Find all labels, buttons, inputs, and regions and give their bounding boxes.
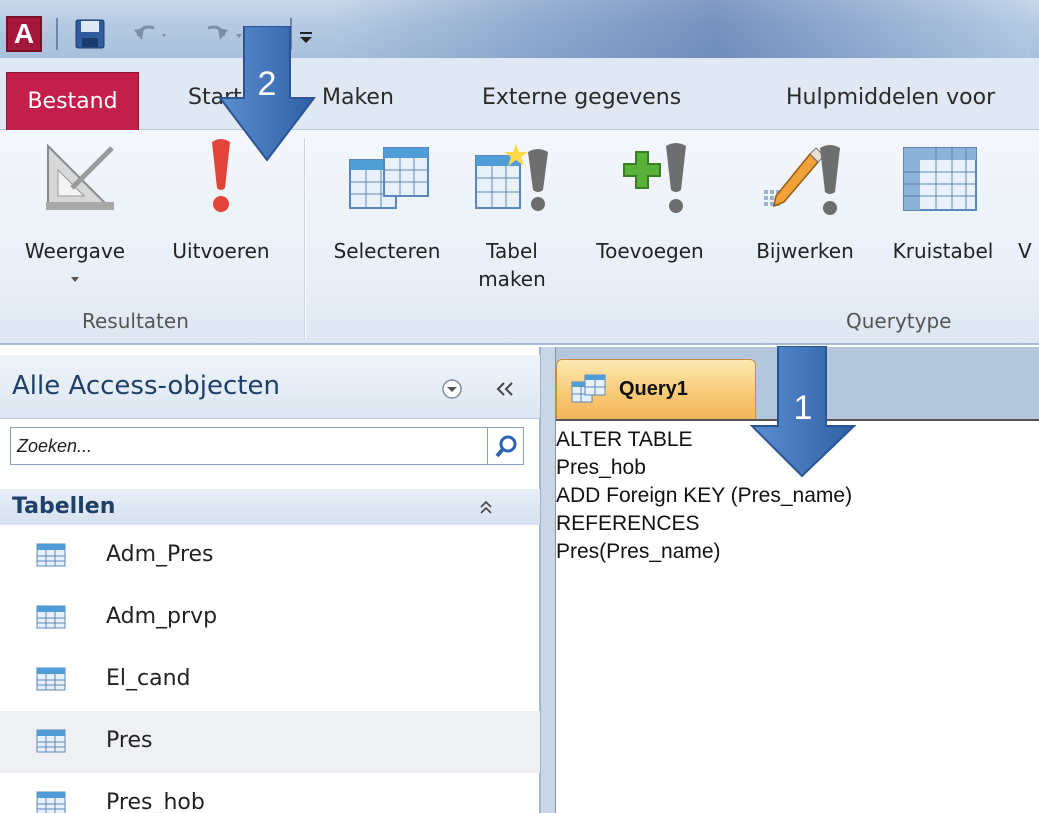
search-icon xyxy=(495,435,517,458)
update-query-icon xyxy=(764,145,840,215)
annotation-arrow-2: 2 xyxy=(217,25,317,162)
table-item-label: Pres xyxy=(106,728,153,753)
delete-query-button[interactable]: V xyxy=(1016,130,1039,300)
sql-line: ADD Foreign KEY (Pres_name) xyxy=(556,484,853,507)
table-item-label: El_cand xyxy=(106,666,191,691)
table-item-label: Adm_prvp xyxy=(106,604,218,629)
update-query-button[interactable]: Bijwerken xyxy=(734,130,876,300)
category-header-tables[interactable]: Tabellen xyxy=(0,489,540,525)
annotation-number-1: 1 xyxy=(793,389,813,427)
table-item-pres[interactable]: Pres xyxy=(0,711,540,773)
chevron-up-double-icon[interactable] xyxy=(478,499,494,515)
ribbon-tab-row: Bestand Start Maken Externe gegevens Hul… xyxy=(0,58,1039,130)
search-input[interactable]: Zoeken... xyxy=(10,427,488,465)
delete-query-label: V xyxy=(1018,239,1032,263)
make-table-label-2: maken xyxy=(478,267,546,291)
view-button-label: Weergave xyxy=(24,239,126,263)
table-item-label: Pres_hob xyxy=(106,790,205,813)
tab-file[interactable]: Bestand xyxy=(6,72,139,130)
append-query-button[interactable]: Toevoegen xyxy=(566,130,734,300)
save-icon[interactable] xyxy=(72,16,108,52)
annotation-number-2: 2 xyxy=(257,65,277,103)
group-label-results: Resultaten xyxy=(82,309,189,333)
navigation-pane: Alle Access-objecten Zoeken... Tabellen … xyxy=(0,347,540,813)
group-label-querytype: Querytype xyxy=(846,309,952,333)
run-button-label: Uitvoeren xyxy=(172,239,270,263)
annotation-arrow-1: 1 xyxy=(749,345,857,478)
view-button[interactable]: Weergave xyxy=(0,130,150,300)
make-table-icon xyxy=(475,144,548,211)
sql-line: Pres_hob xyxy=(556,456,646,479)
nav-pane-header[interactable]: Alle Access-objecten xyxy=(0,355,540,419)
title-bar: A xyxy=(0,0,1039,58)
table-item-el-cand[interactable]: El_cand xyxy=(0,649,540,711)
sql-line: Pres(Pres_name) xyxy=(556,540,721,563)
update-query-label: Bijwerken xyxy=(756,239,854,263)
undo-icon[interactable] xyxy=(128,16,172,52)
collapse-pane-icon[interactable] xyxy=(494,379,518,399)
table-icon xyxy=(36,729,66,753)
tab-query1[interactable]: Query1 xyxy=(556,359,756,419)
table-icon xyxy=(36,791,66,813)
query-icon xyxy=(571,374,606,403)
access-app-icon[interactable]: A xyxy=(6,16,42,52)
table-item-adm-pres[interactable]: Adm_Pres xyxy=(0,525,540,587)
table-icon xyxy=(36,667,66,691)
append-query-icon xyxy=(623,143,686,213)
table-item-pres-hob[interactable]: Pres_hob xyxy=(0,773,540,813)
make-table-label-1: Tabel xyxy=(486,239,538,263)
sql-line: ALTER TABLE xyxy=(556,428,693,451)
ribbon-group-separator xyxy=(304,138,305,338)
select-query-label: Selecteren xyxy=(333,239,441,263)
query-tab-label: Query1 xyxy=(619,378,688,400)
category-label: Tabellen xyxy=(12,494,116,519)
crosstab-query-icon xyxy=(903,147,977,211)
table-item-adm-prvp[interactable]: Adm_prvp xyxy=(0,587,540,649)
crosstab-query-button[interactable]: Kruistabel xyxy=(878,130,1008,300)
pane-splitter[interactable] xyxy=(540,347,556,813)
nav-menu-dropdown-icon[interactable] xyxy=(440,377,464,401)
chevron-down-icon xyxy=(71,277,79,282)
table-item-label: Adm_Pres xyxy=(106,542,214,567)
title-bar-glow xyxy=(330,0,1030,58)
select-query-icon xyxy=(349,147,429,209)
search-button[interactable] xyxy=(488,427,524,465)
sql-editor[interactable]: ALTER TABLE Pres_hob ADD Foreign KEY (Pr… xyxy=(556,419,1039,813)
select-query-button[interactable]: Selecteren xyxy=(318,130,456,300)
tab-database-tools[interactable]: Hulpmiddelen voor xyxy=(786,70,995,126)
make-table-button[interactable]: Tabel maken xyxy=(460,130,564,300)
append-query-label: Toevoegen xyxy=(596,239,704,263)
crosstab-query-label: Kruistabel xyxy=(892,239,994,263)
design-view-icon xyxy=(46,143,114,210)
ribbon: Weergave Uitvoeren Resultaten Selecteren xyxy=(0,130,1039,345)
table-icon xyxy=(36,605,66,629)
sql-line: REFERENCES xyxy=(556,512,700,535)
tab-external-data[interactable]: Externe gegevens xyxy=(482,70,681,126)
quick-access-separator xyxy=(56,18,58,50)
tab-create[interactable]: Maken xyxy=(322,70,394,126)
nav-pane-title: Alle Access-objecten xyxy=(12,371,280,401)
table-icon xyxy=(36,543,66,567)
